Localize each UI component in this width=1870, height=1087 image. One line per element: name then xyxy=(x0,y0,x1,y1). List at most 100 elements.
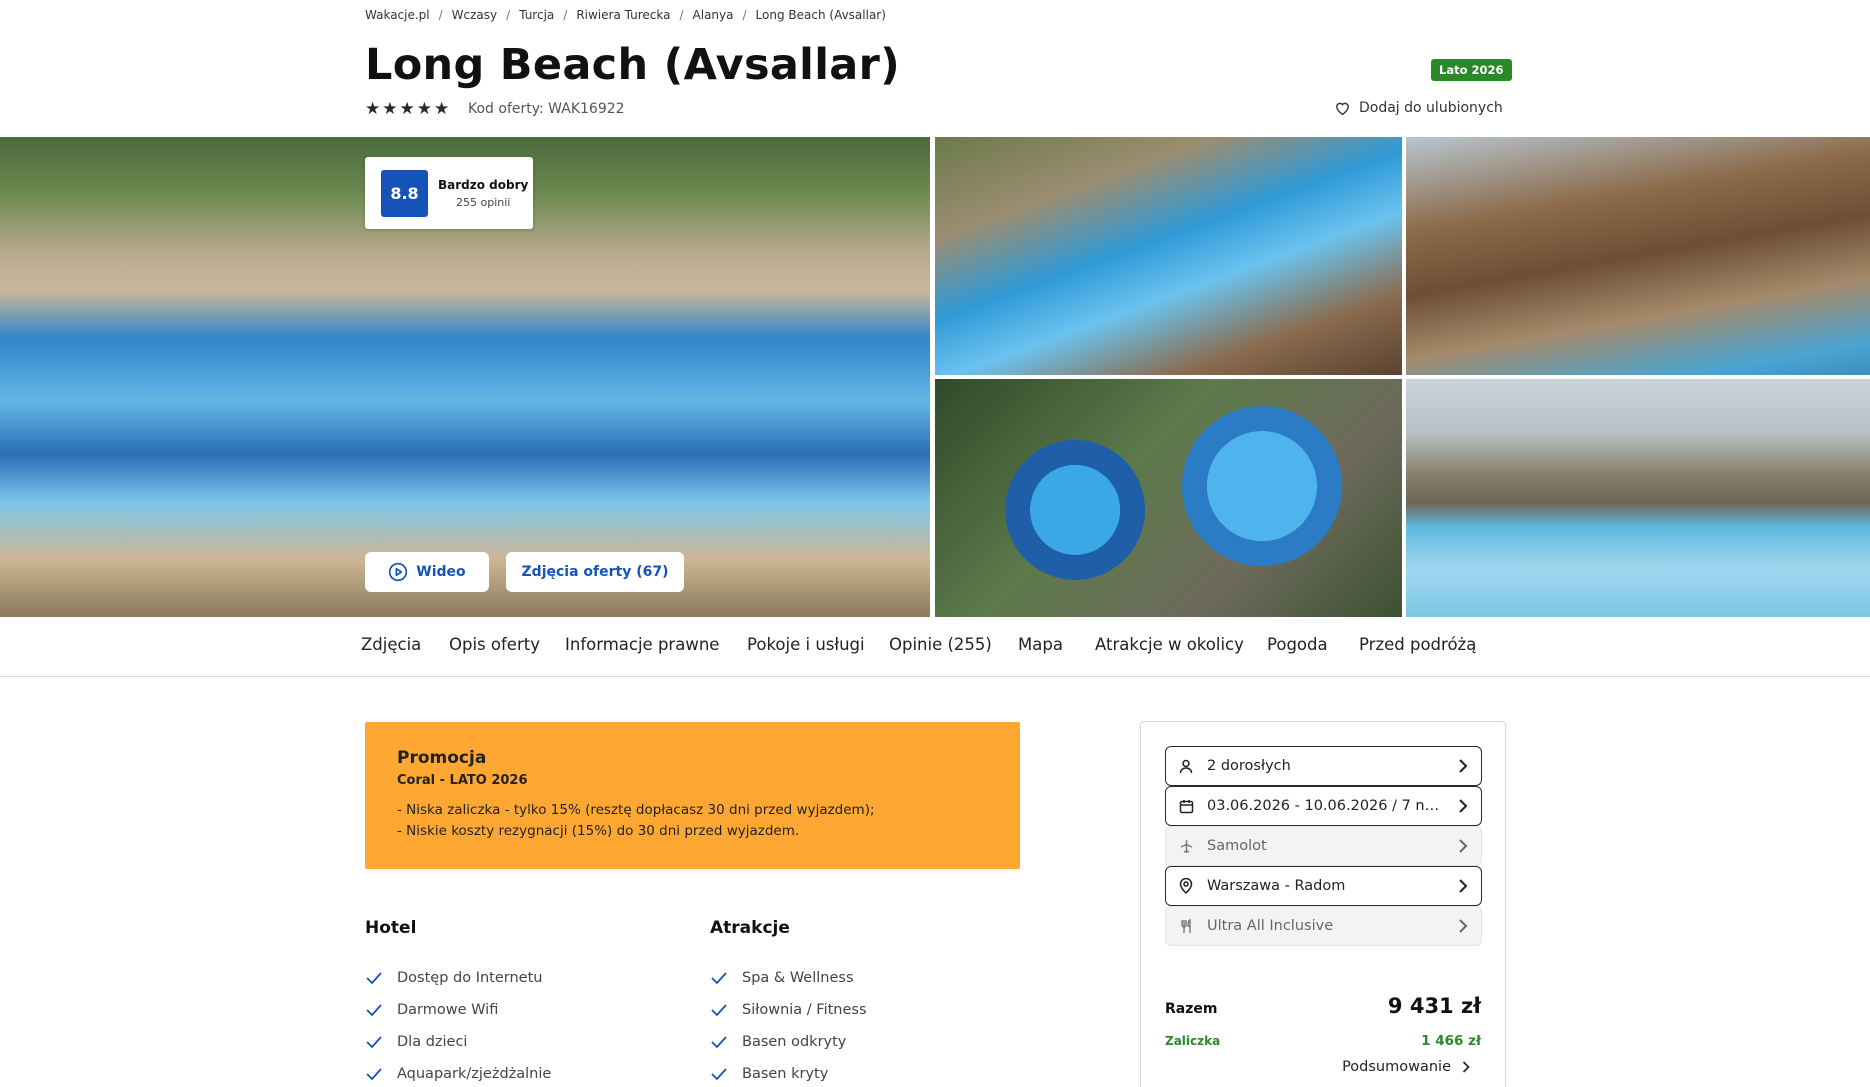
checkmark-icon xyxy=(366,1036,382,1049)
add-to-favorites-label: Dodaj do ulubionych xyxy=(1359,100,1503,116)
feature-label: Siłownia / Fitness xyxy=(742,1002,867,1018)
video-button-label: Wideo xyxy=(416,564,466,580)
page-title: Long Beach (Avsallar) xyxy=(365,40,901,90)
promotion-line: - Niska zaliczka - tylko 15% (resztę dop… xyxy=(397,802,875,818)
photo-gallery xyxy=(0,137,1870,617)
departure-value: Warszawa - Radom xyxy=(1207,878,1346,894)
feature-label: Spa & Wellness xyxy=(742,970,854,986)
tab-rooms-services[interactable]: Pokoje i usługi xyxy=(747,635,865,654)
tab-before-travel[interactable]: Przed podróżą xyxy=(1359,635,1476,654)
checkmark-icon xyxy=(711,1004,727,1017)
gallery-photo-pool-bar[interactable] xyxy=(935,137,1402,375)
rating-badge[interactable]: 8.8 Bardzo dobry 255 opinii xyxy=(365,157,533,229)
checkmark-icon xyxy=(711,1036,727,1049)
tab-weather[interactable]: Pogoda xyxy=(1267,635,1328,654)
star-icon: ★ xyxy=(399,99,415,119)
breadcrumb-separator: / xyxy=(563,8,568,22)
promotion-line: - Niskie koszty rezygnacji (15%) do 30 d… xyxy=(397,823,800,839)
breadcrumb-item-home[interactable]: Wakacje.pl xyxy=(365,8,430,22)
video-button[interactable]: Wideo xyxy=(365,552,489,592)
total-label: Razem xyxy=(1165,1001,1218,1017)
offer-code: Kod oferty: WAK16922 xyxy=(468,101,625,117)
breadcrumb-item-hotel[interactable]: Long Beach (Avsallar) xyxy=(756,8,886,22)
chevron-right-icon xyxy=(1459,759,1468,773)
calendar-icon xyxy=(1178,798,1194,814)
deposit-label: Zaliczka xyxy=(1165,1034,1221,1048)
attractions-title: Atrakcje xyxy=(710,918,790,938)
feature-label: Darmowe Wifi xyxy=(397,1002,499,1018)
tab-nearby-attractions[interactable]: Atrakcje w okolicy xyxy=(1095,635,1244,654)
summary-label: Podsumowanie xyxy=(1342,1059,1451,1075)
chevron-right-icon xyxy=(1459,839,1468,853)
breadcrumb-separator: / xyxy=(506,8,511,22)
breadcrumb-separator: / xyxy=(438,8,443,22)
feature-label: Basen kryty xyxy=(742,1066,829,1082)
summary-link[interactable]: Podsumowanie xyxy=(1342,1059,1471,1075)
feature-item: Basen kryty xyxy=(710,1058,867,1087)
feature-label: Aquapark/zjeżdżalnie xyxy=(397,1066,552,1082)
breadcrumb-item-alanya[interactable]: Alanya xyxy=(693,8,734,22)
breadcrumb: Wakacje.pl / Wczasy / Turcja / Riwiera T… xyxy=(365,6,886,24)
promotion-subtitle: Coral - LATO 2026 xyxy=(397,773,528,788)
dates-selector[interactable]: 03.06.2026 - 10.06.2026 / 7 nocy xyxy=(1165,786,1482,826)
hotel-features-title: Hotel xyxy=(365,918,417,938)
checkmark-icon xyxy=(711,1068,727,1081)
rating-label: Bardzo dobry xyxy=(438,177,529,192)
fork-knife-icon xyxy=(1178,918,1194,934)
rating-count: 255 opinii xyxy=(455,195,511,209)
star-icon: ★ xyxy=(365,99,381,119)
feature-item: Aquapark/zjeżdżalnie xyxy=(365,1058,551,1087)
travelers-value: 2 dorosłych xyxy=(1207,758,1291,774)
feature-item: Dostęp do Internetu xyxy=(365,962,551,994)
breadcrumb-item-turcja[interactable]: Turcja xyxy=(519,8,554,22)
offer-photos-button[interactable]: Zdjęcia oferty (67) xyxy=(506,552,684,592)
deposit-price: 1 466 zł xyxy=(1421,1033,1481,1049)
feature-item: Siłownia / Fitness xyxy=(710,994,867,1026)
breadcrumb-item-riwiera[interactable]: Riwiera Turecka xyxy=(576,8,670,22)
offer-photos-button-label: Zdjęcia oferty (67) xyxy=(521,564,669,580)
star-rating: ★ ★ ★ ★ ★ xyxy=(365,99,449,119)
feature-item: Spa & Wellness xyxy=(710,962,867,994)
checkmark-icon xyxy=(366,972,382,985)
feature-item: Darmowe Wifi xyxy=(365,994,551,1026)
checkmark-icon xyxy=(366,1068,382,1081)
star-icon: ★ xyxy=(416,99,432,119)
rating-score: 8.8 xyxy=(381,169,428,217)
hotel-features-list: Dostęp do Internetu Darmowe Wifi Dla dzi… xyxy=(365,962,551,1087)
feature-item: Basen odkryty xyxy=(710,1026,867,1058)
heart-icon xyxy=(1336,102,1349,116)
travelers-selector[interactable]: 2 dorosłych xyxy=(1165,746,1482,786)
tab-photos[interactable]: Zdjęcia xyxy=(361,635,421,654)
tab-map[interactable]: Mapa xyxy=(1018,635,1063,654)
dates-value: 03.06.2026 - 10.06.2026 / 7 nocy xyxy=(1207,798,1444,814)
section-tabs: Zdjęcia Opis oferty Informacje prawne Po… xyxy=(0,617,1870,677)
departure-selector[interactable]: Warszawa - Radom xyxy=(1165,866,1482,906)
feature-label: Dostęp do Internetu xyxy=(397,970,543,986)
breadcrumb-item-wczasy[interactable]: Wczasy xyxy=(452,8,497,22)
transport-value: Samolot xyxy=(1207,838,1267,854)
board-selector[interactable]: Ultra All Inclusive xyxy=(1165,906,1482,946)
season-badge: Lato 2026 xyxy=(1431,59,1512,81)
board-value: Ultra All Inclusive xyxy=(1207,918,1334,934)
tab-description[interactable]: Opis oferty xyxy=(449,635,540,654)
feature-label: Dla dzieci xyxy=(397,1034,468,1050)
gallery-photo-pool-view[interactable] xyxy=(1406,379,1870,617)
add-to-favorites-button[interactable]: Dodaj do ulubionych xyxy=(1334,100,1503,116)
tab-reviews[interactable]: Opinie (255) xyxy=(889,635,992,654)
promotion-box: Promocja Coral - LATO 2026 - Niska zalic… xyxy=(365,722,1020,869)
promotion-title: Promocja xyxy=(397,748,487,768)
gallery-photo-aerial-pools[interactable] xyxy=(935,379,1402,617)
checkmark-icon xyxy=(711,972,727,985)
transport-selector[interactable]: Samolot xyxy=(1165,826,1482,866)
tab-legal-info[interactable]: Informacje prawne xyxy=(565,635,719,654)
chevron-right-icon xyxy=(1459,879,1468,893)
chevron-right-icon xyxy=(1459,919,1468,933)
feature-item: Dla dzieci xyxy=(365,1026,551,1058)
chevron-right-icon xyxy=(1459,799,1468,813)
star-icon: ★ xyxy=(382,99,398,119)
plane-icon xyxy=(1178,838,1194,854)
chevron-right-icon xyxy=(1462,1061,1470,1073)
gallery-photo-waterslide[interactable] xyxy=(1406,137,1870,375)
booking-panel: 2 dorosłych 03.06.2026 - 10.06.2026 / 7 … xyxy=(1140,721,1506,1087)
feature-label: Basen odkryty xyxy=(742,1034,847,1050)
